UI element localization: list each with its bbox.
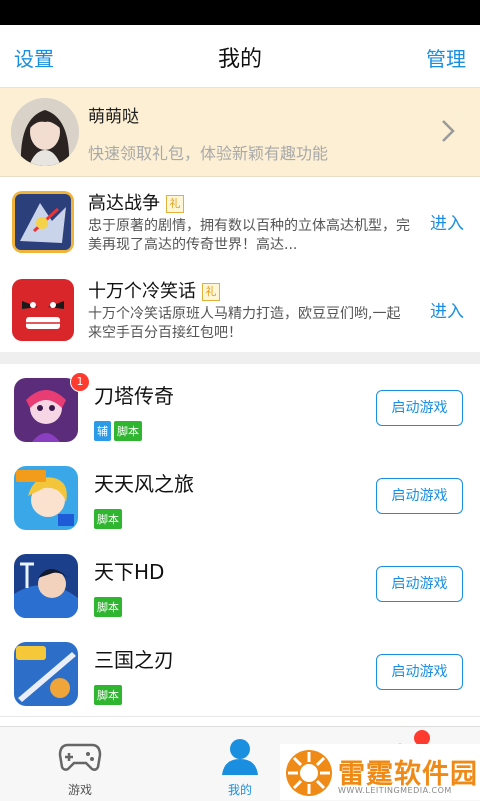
tag-script: 脚本 [114,421,142,441]
notification-badge: 1 [70,372,90,392]
gundam-war-icon [12,191,74,253]
game-tags: 脚本 [94,508,125,529]
promo-description: 十万个冷笑话原班人马精力打造，欧豆豆们哟,一起来空手百分百接红包吧！ [88,306,401,341]
watermark: 雷霆软件园 WWW.LEITINGMEDIA.COM [280,744,480,800]
promo-description: 忠于原著的剧情，拥有数以百种的立体高达机型，完美再现了高达的传奇世界！高达... [88,218,410,253]
promo-item-gundam[interactable]: 高达战争礼 忠于原著的剧情，拥有数以百种的立体高达机型，完美再现了高达的传奇世界… [0,177,480,266]
game-item-dota[interactable]: 1 刀塔传奇 辅脚本 启动游戏 [0,364,480,453]
launch-game-button[interactable]: 启动游戏 [376,478,463,514]
manage-button[interactable]: 管理 [426,43,466,72]
game-item-sanguo[interactable]: 三国之刃 脚本 启动游戏 [0,628,480,717]
cold-jokes-icon [12,279,74,341]
top-bar: 设置 我的 管理 [0,25,480,88]
avatar [11,98,79,166]
promo-title: 高达战争礼 [88,189,184,215]
enter-button[interactable]: 进入 [430,297,464,322]
launch-game-button[interactable]: 启动游戏 [376,654,463,690]
page-title: 我的 [217,47,262,72]
game-tags: 脚本 [94,596,125,617]
gift-icon: 礼 [166,195,184,213]
dota-legend-icon [14,378,78,442]
user-icon [222,739,258,775]
status-bar [0,0,480,25]
tab-games-label: 游戏 [67,783,92,797]
launch-game-button[interactable]: 启动游戏 [376,390,463,426]
game-name: 刀塔传奇 [94,384,174,408]
profile-subtitle: 快速领取礼包，体验新颖有趣功能 [88,144,329,163]
tab-games[interactable]: 游戏 [0,727,160,801]
tag-script: 脚本 [94,597,122,617]
game-item-windrunner[interactable]: 天天风之旅 脚本 启动游戏 [0,452,480,541]
watermark-logo-icon [286,750,332,796]
section-divider [0,352,480,364]
gift-icon: 礼 [202,283,220,301]
tag-script: 脚本 [94,509,122,529]
tianxia-hd-icon [14,554,78,618]
game-tags: 辅脚本 [94,420,145,441]
tag-script: 脚本 [94,685,122,705]
windrunner-icon [14,466,78,530]
launch-game-button[interactable]: 启动游戏 [376,566,463,602]
chevron-right-icon [440,118,456,151]
game-name: 天天风之旅 [94,472,194,496]
profile-card[interactable]: 萌萌哒 快速领取礼包，体验新颖有趣功能 [0,88,480,177]
tag-assist: 辅 [94,421,111,441]
enter-button[interactable]: 进入 [430,209,464,234]
gamepad-icon [58,743,102,771]
game-name: 三国之刃 [94,648,174,672]
sanguo-blade-icon [14,642,78,706]
promo-title: 十万个冷笑话礼 [88,277,220,303]
game-tags: 脚本 [94,684,125,705]
profile-name: 萌萌哒 [88,107,139,127]
game-item-tianxia[interactable]: 天下HD 脚本 启动游戏 [0,540,480,629]
watermark-url: WWW.LEITINGMEDIA.COM [338,786,452,795]
game-name: 天下HD [94,560,165,584]
promo-item-jokes[interactable]: 十万个冷笑话礼 十万个冷笑话原班人马精力打造，欧豆豆们哟,一起来空手百分百接红包… [0,265,480,354]
